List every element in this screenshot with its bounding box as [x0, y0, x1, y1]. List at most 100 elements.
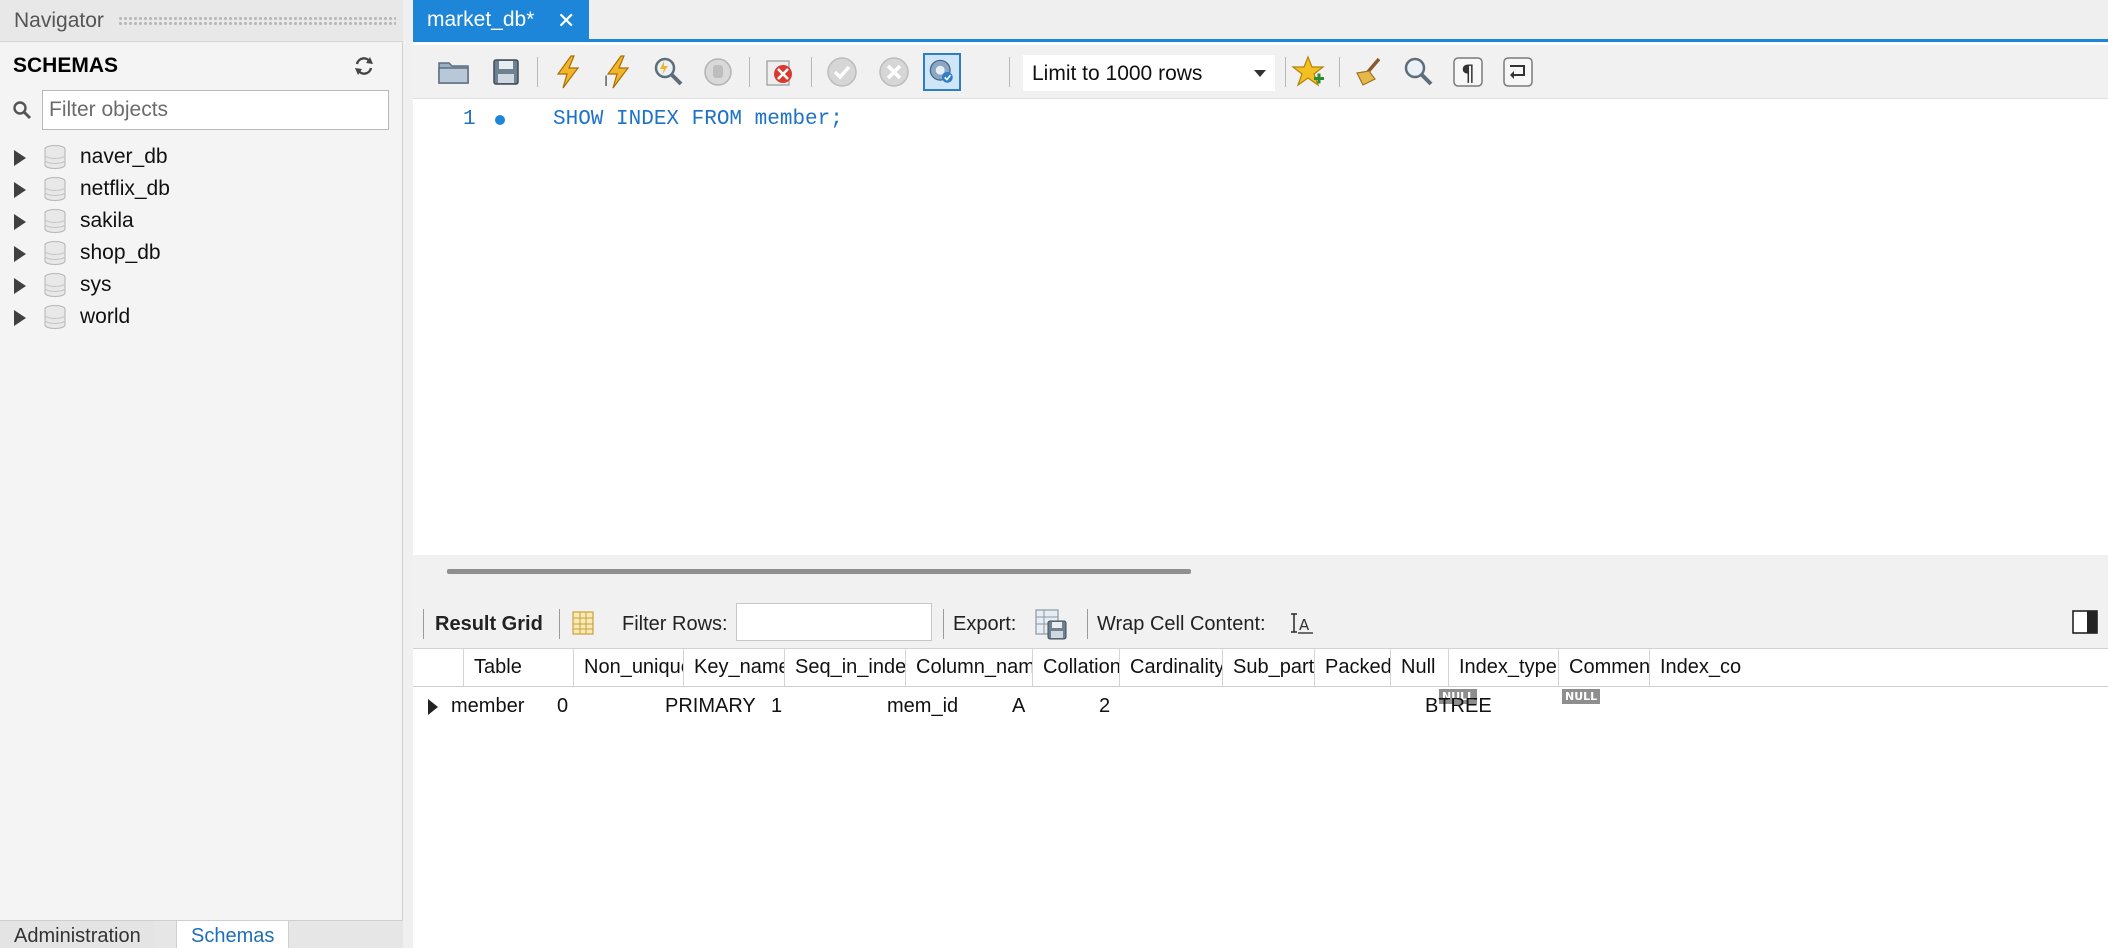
search-icon: [12, 100, 32, 120]
add-snippet-icon[interactable]: [1291, 53, 1329, 91]
schema-item[interactable]: world: [0, 301, 403, 333]
close-icon[interactable]: ✕: [557, 8, 575, 34]
toolbar-separator: [537, 57, 538, 87]
navigator-title: Navigator: [14, 9, 104, 32]
query-tab-title: market_db*: [427, 8, 535, 31]
filter-rows-input[interactable]: [736, 603, 932, 641]
database-icon: [42, 176, 68, 202]
panel-splitter[interactable]: [403, 0, 413, 948]
toolbar-separator: [1339, 57, 1340, 87]
wrap-text-icon[interactable]: A: [1289, 609, 1317, 637]
sql-editor-toolbar: I Limit to 1000 rows ¶: [413, 45, 2108, 99]
wrap-cell-content-label: Wrap Cell Content:: [1097, 613, 1266, 635]
cell-column-name[interactable]: mem_id: [879, 687, 958, 725]
grid-layout-icon[interactable]: [569, 609, 597, 637]
schema-name: sys: [80, 273, 112, 296]
column-header[interactable]: Index_co: [1650, 649, 2108, 687]
column-header[interactable]: Column_name: [906, 649, 1033, 687]
expand-arrow-icon[interactable]: [14, 182, 26, 198]
expand-arrow-icon[interactable]: [14, 214, 26, 230]
cell-seq-in-index[interactable]: 1: [763, 687, 782, 725]
expand-arrow-icon[interactable]: [14, 310, 26, 326]
database-icon: [42, 304, 68, 330]
toggle-error-stop-icon[interactable]: [761, 53, 799, 91]
column-header[interactable]: Table: [464, 649, 574, 687]
result-toolbar: Result Grid Filter Rows: Export: Wrap Ce…: [413, 599, 2108, 649]
column-header[interactable]: Index_type: [1449, 649, 1559, 687]
schema-name: shop_db: [80, 241, 161, 264]
cell-index-comment[interactable]: [1650, 687, 1658, 725]
column-header[interactable]: Collation: [1033, 649, 1120, 687]
navigator-panel: Navigator SCHEMAS naver_db: [0, 0, 403, 948]
toolbar-separator: [559, 609, 560, 639]
column-header[interactable]: Non_unique: [574, 649, 684, 687]
column-header[interactable]: Key_name: [684, 649, 785, 687]
navigator-tabs: Administration Schemas: [0, 920, 403, 948]
cell-non-unique[interactable]: 0: [549, 687, 568, 725]
null-badge[interactable]: NULL: [1562, 689, 1601, 704]
line-number: 1: [463, 108, 476, 131]
table-row[interactable]: member 0 PRIMARY 1 mem_id A 2 NULL NULL …: [413, 687, 2108, 725]
toolbar-separator: [1285, 57, 1286, 87]
cell-key-name[interactable]: PRIMARY: [657, 687, 756, 725]
column-header[interactable]: Cardinality: [1120, 649, 1223, 687]
toggle-side-panel-icon[interactable]: [2071, 608, 2099, 636]
cell-table[interactable]: member: [443, 687, 524, 725]
save-icon[interactable]: [487, 53, 525, 91]
toolbar-separator: [811, 57, 812, 87]
scrollbar-thumb[interactable]: [447, 569, 1191, 574]
column-header[interactable]: Seq_in_index: [785, 649, 906, 687]
sql-statement[interactable]: SHOW INDEX FROM member;: [553, 108, 843, 131]
invisible-chars-icon[interactable]: ¶: [1449, 53, 1487, 91]
database-icon: [42, 208, 68, 234]
beautify-icon[interactable]: [1349, 53, 1387, 91]
column-header[interactable]: Packed: [1315, 649, 1391, 687]
cell-cardinality[interactable]: 2: [1091, 687, 1110, 725]
schema-item[interactable]: netflix_db: [0, 173, 403, 205]
column-header[interactable]: Null: [1391, 649, 1449, 687]
limit-rows-select[interactable]: Limit to 1000 rows: [1023, 55, 1275, 91]
schema-item[interactable]: shop_db: [0, 237, 403, 269]
stop-icon[interactable]: [699, 53, 737, 91]
commit-icon[interactable]: [823, 53, 861, 91]
toolbar-separator: [749, 57, 750, 87]
schema-item[interactable]: sakila: [0, 205, 403, 237]
schema-name: naver_db: [80, 145, 168, 168]
schema-item[interactable]: naver_db: [0, 141, 403, 173]
export-icon[interactable]: [1033, 606, 1069, 642]
schema-name: world: [80, 305, 131, 328]
cell-collation[interactable]: A: [1004, 687, 1025, 725]
current-row-icon: [428, 699, 438, 715]
toolbar-separator: [423, 609, 424, 639]
cell-comment[interactable]: [1559, 687, 1567, 725]
tab-schemas[interactable]: Schemas: [176, 921, 290, 948]
toolbar-separator: [1009, 57, 1010, 87]
grid-header: Table Non_unique Key_name Seq_in_index C…: [413, 649, 2108, 687]
refresh-icon[interactable]: [352, 54, 376, 78]
sql-editor[interactable]: 1 SHOW INDEX FROM member;: [413, 100, 2108, 555]
execute-current-icon[interactable]: I: [599, 53, 637, 91]
result-grid-tab[interactable]: Result Grid: [435, 613, 543, 636]
execute-icon[interactable]: [549, 53, 587, 91]
rollback-icon[interactable]: [875, 53, 913, 91]
column-header[interactable]: Sub_part: [1223, 649, 1315, 687]
editor-tab-bar: market_db* ✕: [413, 0, 2108, 42]
autocommit-icon[interactable]: [923, 53, 961, 91]
schema-item[interactable]: sys: [0, 269, 403, 301]
cell-index-type[interactable]: BTREE: [1417, 687, 1492, 725]
filter-objects-input[interactable]: [42, 90, 389, 130]
find-icon[interactable]: [1399, 53, 1437, 91]
expand-arrow-icon[interactable]: [14, 150, 26, 166]
column-header[interactable]: Comment: [1559, 649, 1650, 687]
word-wrap-icon[interactable]: [1499, 53, 1537, 91]
limit-rows-value: Limit to 1000 rows: [1032, 62, 1203, 85]
explain-icon[interactable]: [649, 53, 687, 91]
tab-administration[interactable]: Administration: [0, 921, 155, 948]
drag-handle[interactable]: [118, 16, 396, 26]
expand-arrow-icon[interactable]: [14, 246, 26, 262]
open-file-icon[interactable]: [435, 53, 473, 91]
toolbar-separator: [943, 609, 944, 639]
editor-horizontal-scrollbar[interactable]: [413, 555, 2108, 599]
query-tab[interactable]: market_db* ✕: [413, 0, 589, 42]
expand-arrow-icon[interactable]: [14, 278, 26, 294]
